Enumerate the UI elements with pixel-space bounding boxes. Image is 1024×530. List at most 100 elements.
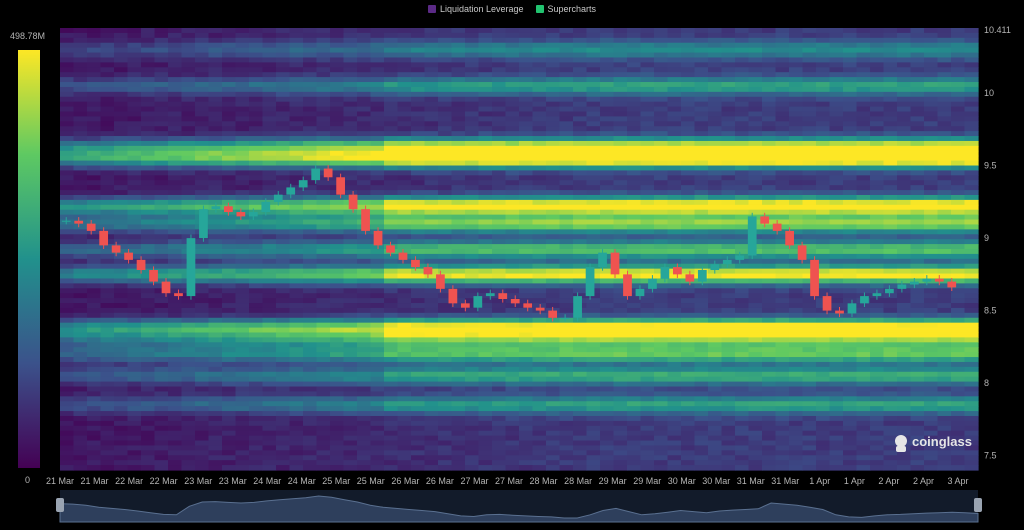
heatmap-cell <box>708 465 723 471</box>
heatmap-cell <box>492 366 507 373</box>
heatmap-cell <box>87 170 102 176</box>
heatmap-cell <box>600 42 615 49</box>
heatmap-cell <box>370 278 385 284</box>
heatmap-cell <box>73 396 88 402</box>
heatmap-cell <box>478 52 493 59</box>
heatmap-cell <box>465 288 480 294</box>
heatmap-cell <box>154 342 169 348</box>
heatmap-cell <box>60 28 75 34</box>
heatmap-cell <box>492 435 507 442</box>
heatmap-cell <box>559 52 574 59</box>
heatmap-cell <box>370 303 385 309</box>
heatmap-cell <box>195 401 210 407</box>
heatmap-cell <box>357 106 372 113</box>
heatmap-cell <box>667 62 682 68</box>
heatmap-cell <box>519 116 534 122</box>
heatmap-cell <box>586 131 601 137</box>
heatmap-cell <box>627 214 642 221</box>
heatmap-cell <box>222 180 237 186</box>
heatmap-cell <box>492 268 507 275</box>
heatmap-cell <box>573 347 588 353</box>
heatmap-cell <box>73 194 88 201</box>
heatmap-cell <box>384 263 399 270</box>
heatmap-cell <box>222 224 237 230</box>
heatmap-cell <box>640 361 655 368</box>
heatmap-cell <box>613 57 628 63</box>
liquidation-heatmap-chart[interactable]: 498.78M 0 7.588.599.51010.411 21 Mar 21 M… <box>0 0 1024 530</box>
heatmap-cell <box>775 347 790 353</box>
heatmap-cell <box>249 82 264 88</box>
heatmap-cell <box>289 440 304 447</box>
heatmap-cell <box>87 116 102 122</box>
heatmap-cell <box>411 204 426 211</box>
heatmap-cell <box>330 288 345 294</box>
heatmap-cell <box>343 239 358 245</box>
heatmap-cell <box>532 342 547 348</box>
heatmap-cell <box>262 180 277 186</box>
heatmap-cell <box>235 229 250 235</box>
heatmap-cell <box>627 86 642 93</box>
heatmap-cell <box>60 190 75 196</box>
heatmap-cell <box>397 406 412 412</box>
heatmap-cell <box>465 411 480 417</box>
heatmap-cell <box>492 96 507 103</box>
heatmap-cell <box>748 312 763 319</box>
heatmap-cell <box>573 425 588 432</box>
heatmap-cell <box>667 273 682 280</box>
heatmap-cell <box>559 366 574 373</box>
heatmap-cell <box>681 91 696 98</box>
heatmap-cell <box>357 170 372 176</box>
heatmap-cell <box>640 381 655 388</box>
heatmap-cell <box>735 293 750 299</box>
heatmap-cell <box>721 91 736 98</box>
heatmap-cell <box>235 140 250 147</box>
heatmap-cell <box>370 371 385 378</box>
heatmap-cell <box>735 165 750 172</box>
heatmap-cell <box>168 131 183 137</box>
heatmap-cell <box>546 190 561 196</box>
heatmap-cell <box>316 361 331 368</box>
heatmap-cell <box>802 131 817 137</box>
heatmap-cell <box>343 465 358 471</box>
heatmap-cell <box>357 268 372 275</box>
heatmap-cell <box>762 258 777 265</box>
heatmap-cell <box>762 283 777 289</box>
heatmap-cell <box>748 263 763 270</box>
heatmap-cell <box>168 357 183 363</box>
heatmap-cell <box>681 72 696 78</box>
heatmap-cell <box>627 440 642 447</box>
heatmap-cell <box>60 229 75 235</box>
heatmap-cell <box>73 391 88 397</box>
heatmap-cell <box>384 411 399 417</box>
heatmap-cell <box>748 96 763 103</box>
heatmap-cell <box>330 386 345 393</box>
heatmap-cell <box>721 253 736 260</box>
heatmap-cell <box>438 342 453 348</box>
heatmap-cell <box>748 288 763 294</box>
heatmap-cell <box>249 263 264 270</box>
heatmap-cell <box>222 371 237 378</box>
heatmap-cell <box>127 450 142 456</box>
heatmap-cell <box>546 278 561 284</box>
heatmap-cell <box>613 307 628 314</box>
heatmap-cell <box>384 86 399 93</box>
heatmap-cell <box>640 165 655 172</box>
heatmap-cell <box>627 155 642 162</box>
heatmap-cell <box>762 298 777 304</box>
heatmap-cell <box>640 249 655 255</box>
heatmap-cell <box>694 322 709 329</box>
heatmap-cell <box>411 391 426 397</box>
heatmap-cell <box>127 214 142 221</box>
heatmap-cell <box>154 440 169 447</box>
heatmap-cell <box>721 185 736 191</box>
heatmap-cell <box>424 72 439 78</box>
heatmap-cell <box>559 219 574 226</box>
heatmap-cell <box>303 67 318 73</box>
heatmap-cell <box>208 62 223 68</box>
heatmap-cell <box>613 47 628 54</box>
heatmap-cell <box>262 28 277 34</box>
heatmap-cell <box>465 244 480 250</box>
heatmap-cell <box>127 312 142 319</box>
heatmap-cell <box>262 67 277 73</box>
heatmap-cell <box>640 52 655 59</box>
